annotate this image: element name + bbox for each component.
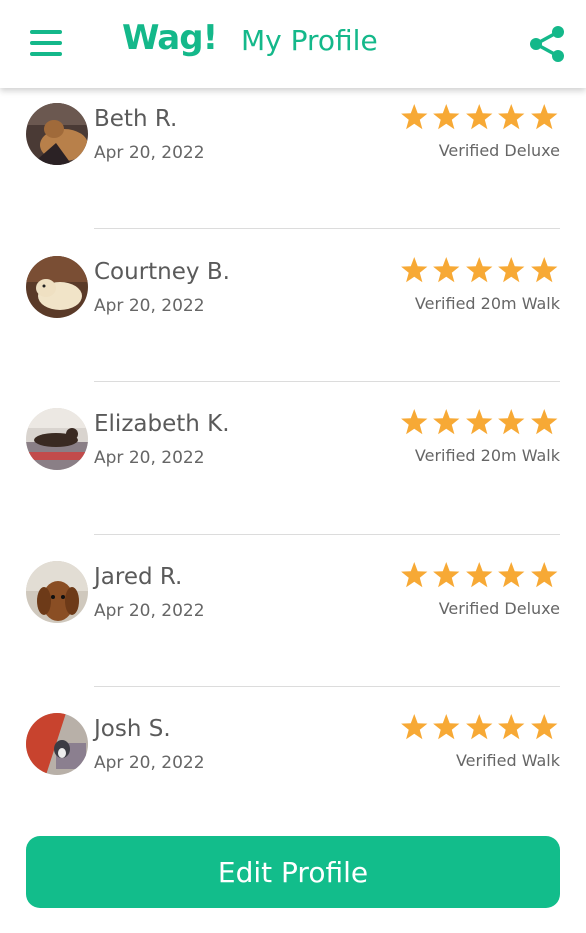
divider bbox=[94, 228, 560, 229]
reviewer-name: Jared R. bbox=[94, 564, 183, 590]
star-icon bbox=[465, 257, 492, 283]
star-icon bbox=[465, 714, 492, 740]
star-icon bbox=[433, 104, 460, 130]
reviewer-avatar bbox=[26, 713, 88, 775]
star-icon bbox=[530, 104, 557, 130]
star-icon bbox=[530, 562, 557, 588]
star-icon bbox=[400, 257, 427, 283]
service-label: Verified Walk bbox=[455, 751, 560, 770]
star-rating bbox=[400, 408, 559, 438]
review-date: Apr 20, 2022 bbox=[94, 143, 205, 163]
star-rating bbox=[400, 256, 559, 286]
star-icon bbox=[400, 409, 427, 435]
star-icon bbox=[465, 409, 492, 435]
star-icon bbox=[465, 104, 492, 130]
service-label: Verified Deluxe bbox=[438, 141, 560, 160]
review-item: Beth R. Apr 20, 2022 Verified Deluxe bbox=[0, 103, 586, 255]
page-title: My Profile bbox=[241, 24, 378, 57]
wag-logo: Wag! bbox=[122, 18, 218, 58]
star-icon bbox=[465, 562, 492, 588]
star-icon bbox=[498, 257, 525, 283]
star-icon bbox=[433, 714, 460, 740]
divider bbox=[94, 686, 560, 687]
star-icon bbox=[530, 257, 557, 283]
service-label: Verified 20m Walk bbox=[414, 446, 560, 465]
star-icon bbox=[498, 104, 525, 130]
star-rating bbox=[400, 103, 559, 133]
app-header: Wag! My Profile bbox=[0, 0, 586, 88]
review-date: Apr 20, 2022 bbox=[94, 601, 205, 621]
star-rating bbox=[400, 713, 559, 743]
review-item: Jared R. Apr 20, 2022 Verified Deluxe bbox=[0, 561, 586, 713]
star-icon bbox=[433, 409, 460, 435]
star-icon bbox=[498, 409, 525, 435]
review-date: Apr 20, 2022 bbox=[94, 753, 205, 773]
star-icon bbox=[530, 409, 557, 435]
reviewer-name: Beth R. bbox=[94, 106, 178, 132]
reviewer-avatar bbox=[26, 256, 88, 318]
star-icon bbox=[498, 562, 525, 588]
reviewer-name: Elizabeth K. bbox=[94, 411, 230, 437]
star-icon bbox=[530, 714, 557, 740]
star-icon bbox=[400, 562, 427, 588]
service-label: Verified 20m Walk bbox=[414, 294, 560, 313]
star-icon bbox=[400, 104, 427, 130]
star-icon bbox=[433, 257, 460, 283]
reviewer-avatar bbox=[26, 408, 88, 470]
divider bbox=[94, 381, 560, 382]
edit-profile-button[interactable]: Edit Profile bbox=[26, 836, 560, 908]
share-icon[interactable] bbox=[527, 24, 567, 64]
star-icon bbox=[498, 714, 525, 740]
review-item: Courtney B. Apr 20, 2022 Verified 20m Wa… bbox=[0, 256, 586, 408]
reviewer-avatar bbox=[26, 561, 88, 623]
hamburger-menu-icon[interactable] bbox=[30, 30, 62, 56]
star-rating bbox=[400, 561, 559, 591]
review-item: Elizabeth K. Apr 20, 2022 Verified 20m W… bbox=[0, 408, 586, 560]
service-label: Verified Deluxe bbox=[438, 599, 560, 618]
reviewer-name: Courtney B. bbox=[94, 259, 230, 285]
divider bbox=[94, 534, 560, 535]
reviewer-avatar bbox=[26, 103, 88, 165]
review-date: Apr 20, 2022 bbox=[94, 448, 205, 468]
star-icon bbox=[400, 714, 427, 740]
star-icon bbox=[433, 562, 460, 588]
reviewer-name: Josh S. bbox=[94, 716, 171, 742]
review-date: Apr 20, 2022 bbox=[94, 296, 205, 316]
